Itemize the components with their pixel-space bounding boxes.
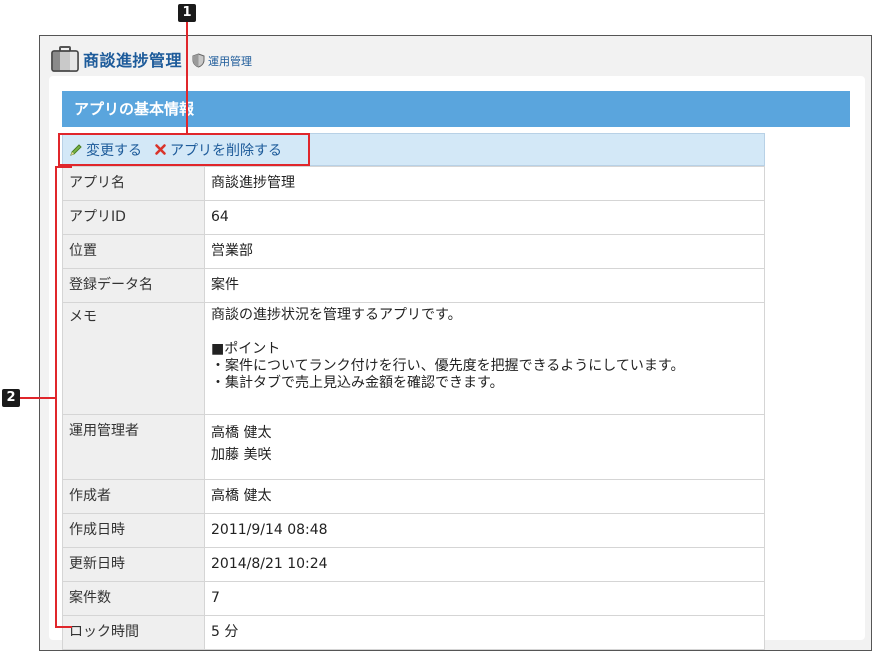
table-row: 作成者 高橋 健太 <box>62 479 765 514</box>
table-row: メモ 商談の進捗状況を管理するアプリです。 ■ポイント ・案件についてランク付け… <box>62 302 765 415</box>
callout-bracket-bottom <box>55 626 72 628</box>
table-row: 運用管理者 高橋 健太 加藤 美咲 <box>62 414 765 480</box>
row-label: 位置 <box>62 234 205 269</box>
table-row: 更新日時 2014/8/21 10:24 <box>62 547 765 582</box>
callout-connector <box>186 20 188 133</box>
table-row: 位置 営業部 <box>62 234 765 269</box>
row-value: 2011/9/14 08:48 <box>204 513 765 548</box>
row-value: 高橋 健太 <box>204 479 765 514</box>
row-label: 作成者 <box>62 479 205 514</box>
memo-blank-line <box>211 324 758 341</box>
app-header: 商談進捗管理 運用管理 <box>49 42 252 76</box>
app-info-table: アプリ名 商談進捗管理 アプリID 64 位置 営業部 登録データ名 案件 メモ… <box>62 166 765 650</box>
row-value: 商談進捗管理 <box>204 166 765 201</box>
delete-app-button-label: アプリを削除する <box>170 142 282 159</box>
row-value: 案件 <box>204 268 765 303</box>
table-row: 登録データ名 案件 <box>62 268 765 303</box>
memo-line: ・案件についてランク付けを行い、優先度を把握できるようにしています。 <box>211 358 685 374</box>
table-row: ロック時間 5 分 <box>62 615 765 650</box>
callout-connector <box>20 397 56 399</box>
table-row: 案件数 7 <box>62 581 765 616</box>
row-label: メモ <box>62 302 205 415</box>
shield-icon <box>192 53 205 68</box>
memo-value: 商談の進捗状況を管理するアプリです。 ■ポイント ・案件についてランク付けを行い… <box>204 302 765 415</box>
pencil-icon <box>70 143 82 156</box>
row-label: 更新日時 <box>62 547 205 582</box>
memo-line: 商談の進捗状況を管理するアプリです。 <box>211 307 462 323</box>
memo-line: ・集計タブで売上見込み金額を確認できます。 <box>211 375 504 391</box>
row-label: アプリID <box>62 200 205 235</box>
admin-link-label: 運用管理 <box>208 54 253 68</box>
row-label: 運用管理者 <box>62 414 205 480</box>
row-label: ロック時間 <box>62 615 205 650</box>
admin-link[interactable]: 運用管理 <box>192 53 252 69</box>
callout-badge-2: 2 <box>2 389 20 407</box>
memo-line: ■ポイント <box>211 341 281 357</box>
row-value: 5 分 <box>204 615 765 650</box>
delete-app-button[interactable]: アプリを削除する <box>154 140 282 160</box>
row-label: アプリ名 <box>62 166 205 201</box>
row-value: 64 <box>204 200 765 235</box>
table-row: アプリ名 商談進捗管理 <box>62 166 765 201</box>
row-value: 2014/8/21 10:24 <box>204 547 765 582</box>
x-icon <box>155 144 166 155</box>
edit-button-label: 変更する <box>86 142 142 159</box>
table-row: アプリID 64 <box>62 200 765 235</box>
admins-value: 高橋 健太 加藤 美咲 <box>204 414 765 480</box>
callout-badge-1: 1 <box>178 4 196 22</box>
row-value: 営業部 <box>204 234 765 269</box>
row-label: 作成日時 <box>62 513 205 548</box>
row-label: 案件数 <box>62 581 205 616</box>
app-title[interactable]: 商談進捗管理 <box>83 47 182 71</box>
row-value: 7 <box>204 581 765 616</box>
admin-name: 高橋 健太 <box>211 425 272 441</box>
table-row: 作成日時 2011/9/14 08:48 <box>62 513 765 548</box>
callout-bracket-top <box>55 166 72 168</box>
edit-button[interactable]: 変更する <box>69 140 142 160</box>
row-label: 登録データ名 <box>62 268 205 303</box>
section-title: アプリの基本情報 <box>62 91 850 127</box>
action-toolbar: 変更する アプリを削除する <box>62 133 765 166</box>
briefcase-icon <box>51 46 79 72</box>
admin-name: 加藤 美咲 <box>211 447 272 463</box>
